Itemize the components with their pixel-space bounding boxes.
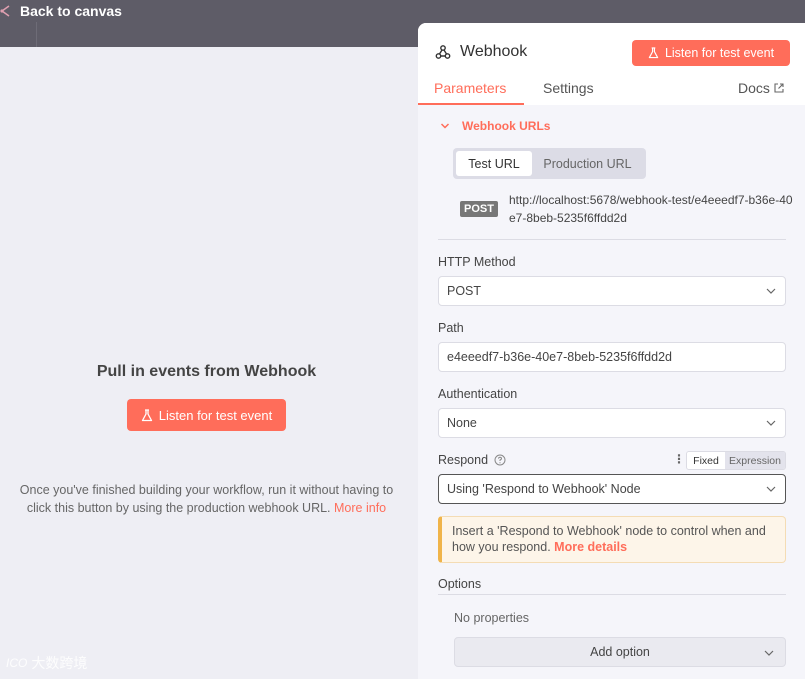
node-settings-panel: Webhook Listen for test event Parameters… <box>418 23 805 679</box>
canvas-edge <box>0 22 37 47</box>
node-title: Webhook <box>460 43 528 60</box>
docs-label: Docs <box>738 80 770 96</box>
divider <box>438 239 786 240</box>
http-method-label: HTTP Method <box>438 255 516 269</box>
add-option-button[interactable]: Add option <box>454 637 786 667</box>
more-details-link[interactable]: More details <box>554 540 627 554</box>
watermark-logo: ICO <box>6 656 28 670</box>
respond-label: Respond <box>438 453 489 467</box>
canvas-help-text: Once you've finished building your workf… <box>8 481 405 517</box>
chevron-down-icon <box>766 420 776 426</box>
flask-icon <box>141 408 152 421</box>
http-method-select[interactable]: POST <box>438 276 786 306</box>
production-url-tab[interactable]: Production URL <box>532 151 643 176</box>
options-label: Options <box>438 577 482 591</box>
back-to-canvas-link[interactable]: Back to canvas <box>0 3 122 19</box>
path-label: Path <box>438 321 464 335</box>
watermark: ICO 大数跨境 <box>6 653 87 673</box>
authentication-label: Authentication <box>438 387 518 401</box>
fixed-expression-toggle: Fixed Expression <box>686 451 786 470</box>
webhook-icon <box>435 45 451 59</box>
fixed-mode-option[interactable]: Fixed <box>687 452 725 469</box>
back-label: Back to canvas <box>20 3 122 19</box>
canvas-panel: Pull in events from Webhook Listen for t… <box>0 47 418 679</box>
tab-settings[interactable]: Settings <box>543 80 594 96</box>
options-divider <box>438 594 786 595</box>
chevron-down-icon <box>766 486 776 492</box>
tab-parameters[interactable]: Parameters <box>434 80 506 96</box>
header-listen-button[interactable]: Listen for test event <box>632 40 790 66</box>
respond-select[interactable]: Using 'Respond to Webhook' Node <box>438 474 786 504</box>
url-type-switch: Test URL Production URL <box>453 148 646 179</box>
add-option-label: Add option <box>590 645 650 659</box>
authentication-select[interactable]: None <box>438 408 786 438</box>
method-badge: POST <box>460 201 498 217</box>
respond-value: Using 'Respond to Webhook' Node <box>447 482 641 496</box>
external-link-icon <box>774 83 784 93</box>
more-info-link[interactable]: More info <box>334 501 386 515</box>
node-panel-header: Webhook Listen for test event Parameters… <box>418 23 805 105</box>
chevron-down-icon <box>766 288 776 294</box>
flask-icon <box>648 47 659 59</box>
chevron-down-icon <box>440 123 450 129</box>
webhook-url[interactable]: http://localhost:5678/webhook-test/e4eee… <box>509 191 794 227</box>
listen-for-test-event-button[interactable]: Listen for test event <box>127 399 286 431</box>
respond-label-row: Respond <box>438 453 506 467</box>
parameters-body: Webhook URLs Test URL Production URL POS… <box>418 105 805 679</box>
no-properties-text: No properties <box>454 611 530 625</box>
docs-link[interactable]: Docs <box>738 80 784 96</box>
webhook-urls-toggle[interactable]: Webhook URLs <box>440 119 550 133</box>
listen-button-label: Listen for test event <box>158 407 273 423</box>
help-circle-icon[interactable] <box>494 454 506 466</box>
http-method-value: POST <box>447 284 482 298</box>
path-value: e4eeedf7-b36e-40e7-8beb-5235f6ffdd2d <box>447 350 672 364</box>
expression-mode-option[interactable]: Expression <box>725 452 785 469</box>
watermark-text: 大数跨境 <box>31 655 88 671</box>
header-listen-label: Listen for test event <box>664 46 775 60</box>
test-url-tab[interactable]: Test URL <box>456 151 532 176</box>
authentication-value: None <box>447 416 477 430</box>
chevron-down-icon <box>764 650 774 656</box>
canvas-icon <box>0 5 10 17</box>
canvas-panel-title: Pull in events from Webhook <box>96 363 317 380</box>
kebab-menu-icon[interactable]: ⋮ <box>673 452 685 466</box>
respond-notice: Insert a 'Respond to Webhook' node to co… <box>438 516 786 563</box>
path-input[interactable]: e4eeedf7-b36e-40e7-8beb-5235f6ffdd2d <box>438 342 786 372</box>
webhook-urls-label: Webhook URLs <box>462 119 551 133</box>
